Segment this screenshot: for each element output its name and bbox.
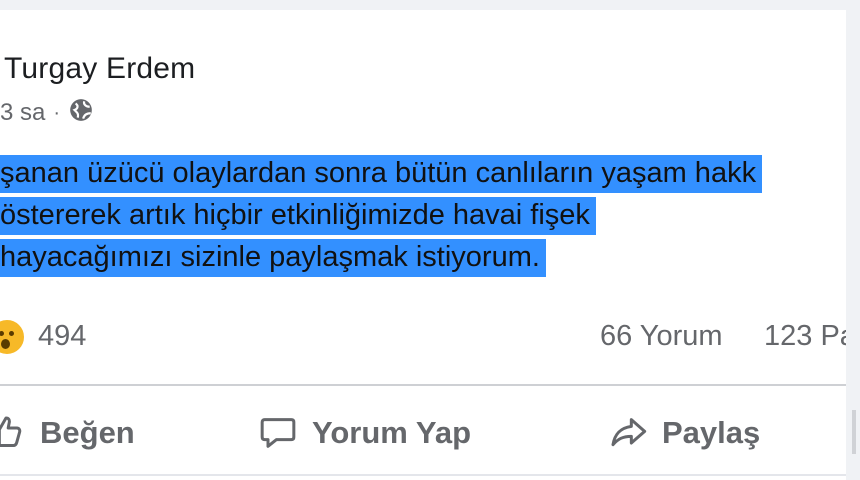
- share-count[interactable]: 123 Pa: [764, 320, 856, 353]
- share-arrow-icon: [611, 418, 647, 447]
- post-text-line-2: östererek artık hiçbir etkinliğimizde ha…: [0, 197, 596, 235]
- meta-separator: ·: [53, 101, 61, 124]
- like-button[interactable]: Beğen: [0, 408, 135, 458]
- right-edge: [846, 10, 860, 480]
- post-text: şanan üzücü olaylardan sonra bütün canlı…: [0, 152, 860, 278]
- globe-icon[interactable]: [68, 97, 94, 130]
- reaction-count[interactable]: 494: [38, 320, 86, 353]
- reaction-bar: 494 66 Yorum 123 Pa: [0, 312, 860, 362]
- comment-icon: [260, 418, 296, 448]
- post-text-line-1: şanan üzücü olaylardan sonra bütün canlı…: [0, 155, 763, 193]
- comment-label: Yorum Yap: [312, 415, 472, 450]
- like-label: Beğen: [40, 415, 135, 450]
- post-card: Turgay Erdem 3 sa · şanan üzücü olaylard…: [0, 10, 860, 480]
- scroll-mark: [852, 410, 856, 454]
- divider: [0, 384, 846, 386]
- bottom-divider: [0, 474, 846, 476]
- wow-reaction-icon[interactable]: [0, 318, 26, 356]
- share-label: Paylaş: [662, 415, 761, 450]
- post-author-name[interactable]: Turgay Erdem: [4, 52, 195, 86]
- post-actions: Beğen Yorum Yap Paylaş: [0, 398, 860, 468]
- thumbs-up-icon: [0, 416, 22, 447]
- comment-button[interactable]: Yorum Yap: [258, 408, 471, 458]
- post-meta: 3 sa ·: [0, 96, 94, 130]
- post-text-line-3: hayacağımızı sizinle paylaşmak istiyorum…: [0, 239, 546, 277]
- post-timestamp[interactable]: 3 sa: [0, 99, 45, 127]
- share-button[interactable]: Paylaş: [608, 408, 760, 458]
- comment-count[interactable]: 66 Yorum: [600, 320, 723, 353]
